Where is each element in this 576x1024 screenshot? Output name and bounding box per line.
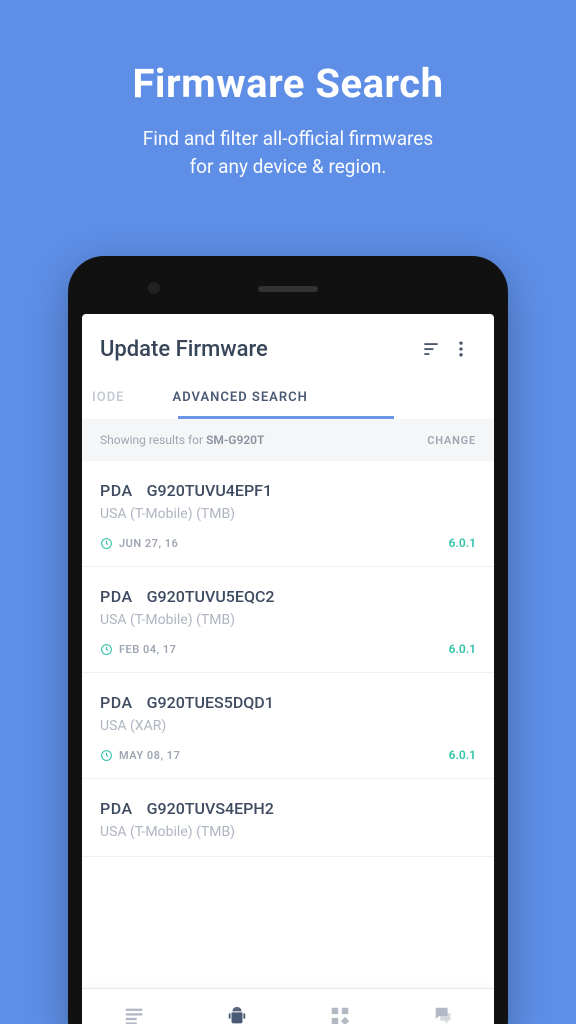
page-title: Update Firmware <box>100 337 416 362</box>
firmware-version: 6.0.1 <box>449 536 476 550</box>
firmware-date: FEB 04, 17 <box>100 643 176 656</box>
android-icon <box>226 1005 248 1024</box>
firmware-date: MAY 08, 17 <box>100 749 180 762</box>
firmware-code: G920TUVU4EPF1 <box>147 481 272 500</box>
phone-screen: Update Firmware IODE ADVANCED SEARCH Sho… <box>82 314 494 1024</box>
tab-mode-partial[interactable]: IODE <box>82 380 149 419</box>
firmware-date: JUN 27, 16 <box>100 537 178 550</box>
firmware-list: PDA G920TUVU4EPF1 USA (T-Mobile) (TMB) JUN … <box>82 461 494 1024</box>
clock-icon <box>100 643 113 656</box>
pda-label: PDA <box>100 587 133 606</box>
firmware-item[interactable]: PDA G920TUVU5EQC2 USA (T-Mobile) (TMB) FEB … <box>82 567 494 673</box>
tab-bar: IODE ADVANCED SEARCH <box>82 380 494 419</box>
firmware-item[interactable]: PDA G920TUVU4EPF1 USA (T-Mobile) (TMB) JUN … <box>82 461 494 567</box>
nav-posts[interactable]: POSTS <box>82 989 185 1024</box>
phone-frame: Update Firmware IODE ADVANCED SEARCH Sho… <box>68 256 508 1024</box>
nav-tools[interactable]: TOOLS <box>288 989 391 1024</box>
hero: Firmware Search Find and filter all-offi… <box>0 0 576 180</box>
firmware-code: G920TUVU5EQC2 <box>147 587 275 606</box>
item-title: PDA G920TUVU4EPF1 <box>100 481 476 500</box>
tools-icon <box>329 1005 351 1024</box>
forum-icon <box>432 1005 454 1024</box>
filter-bar: Showing results for SM-G920T CHANGE <box>82 419 494 461</box>
firmware-code: G920TUVS4EPH2 <box>147 799 274 818</box>
sort-icon <box>421 339 441 359</box>
item-meta: MAY 08, 17 6.0.1 <box>100 748 476 762</box>
item-title: PDA G920TUVS4EPH2 <box>100 799 476 818</box>
clock-icon <box>100 749 113 762</box>
nav-forum[interactable]: FORUM <box>391 989 494 1024</box>
overflow-menu-button[interactable] <box>446 334 476 364</box>
carrier-label: USA (XAR) <box>100 718 476 734</box>
hero-title: Firmware Search <box>0 60 576 107</box>
sort-button[interactable] <box>416 334 446 364</box>
app-bar: Update Firmware <box>82 314 494 380</box>
carrier-label: USA (T-Mobile) (TMB) <box>100 506 476 522</box>
hero-subtitle: Find and filter all-official firmwares f… <box>0 125 576 180</box>
firmware-item[interactable]: PDA G920TUVS4EPH2 USA (T-Mobile) (TMB) <box>82 779 494 857</box>
change-filter-button[interactable]: CHANGE <box>427 434 476 447</box>
firmware-version: 6.0.1 <box>449 748 476 762</box>
item-meta: FEB 04, 17 6.0.1 <box>100 642 476 656</box>
carrier-label: USA (T-Mobile) (TMB) <box>100 824 476 840</box>
tab-indicator <box>178 416 394 419</box>
item-meta: JUN 27, 16 6.0.1 <box>100 536 476 550</box>
pda-label: PDA <box>100 481 133 500</box>
firmware-item[interactable]: PDA G920TUES5DQD1 USA (XAR) MAY 08, 17 6.0.1 <box>82 673 494 779</box>
nav-firmware[interactable]: FIRMWARE <box>185 989 288 1024</box>
posts-icon <box>123 1005 145 1024</box>
firmware-code: G920TUES5DQD1 <box>147 693 274 712</box>
more-vert-icon <box>451 339 471 359</box>
item-title: PDA G920TUVU5EQC2 <box>100 587 476 606</box>
tab-advanced-search[interactable]: ADVANCED SEARCH <box>149 380 332 419</box>
carrier-label: USA (T-Mobile) (TMB) <box>100 612 476 628</box>
pda-label: PDA <box>100 693 133 712</box>
firmware-version: 6.0.1 <box>449 642 476 656</box>
filter-summary: Showing results for SM-G920T <box>100 433 264 447</box>
clock-icon <box>100 537 113 550</box>
bottom-nav: POSTS FIRMWARE TOOLS FORUM <box>82 988 494 1024</box>
pda-label: PDA <box>100 799 133 818</box>
item-title: PDA G920TUES5DQD1 <box>100 693 476 712</box>
